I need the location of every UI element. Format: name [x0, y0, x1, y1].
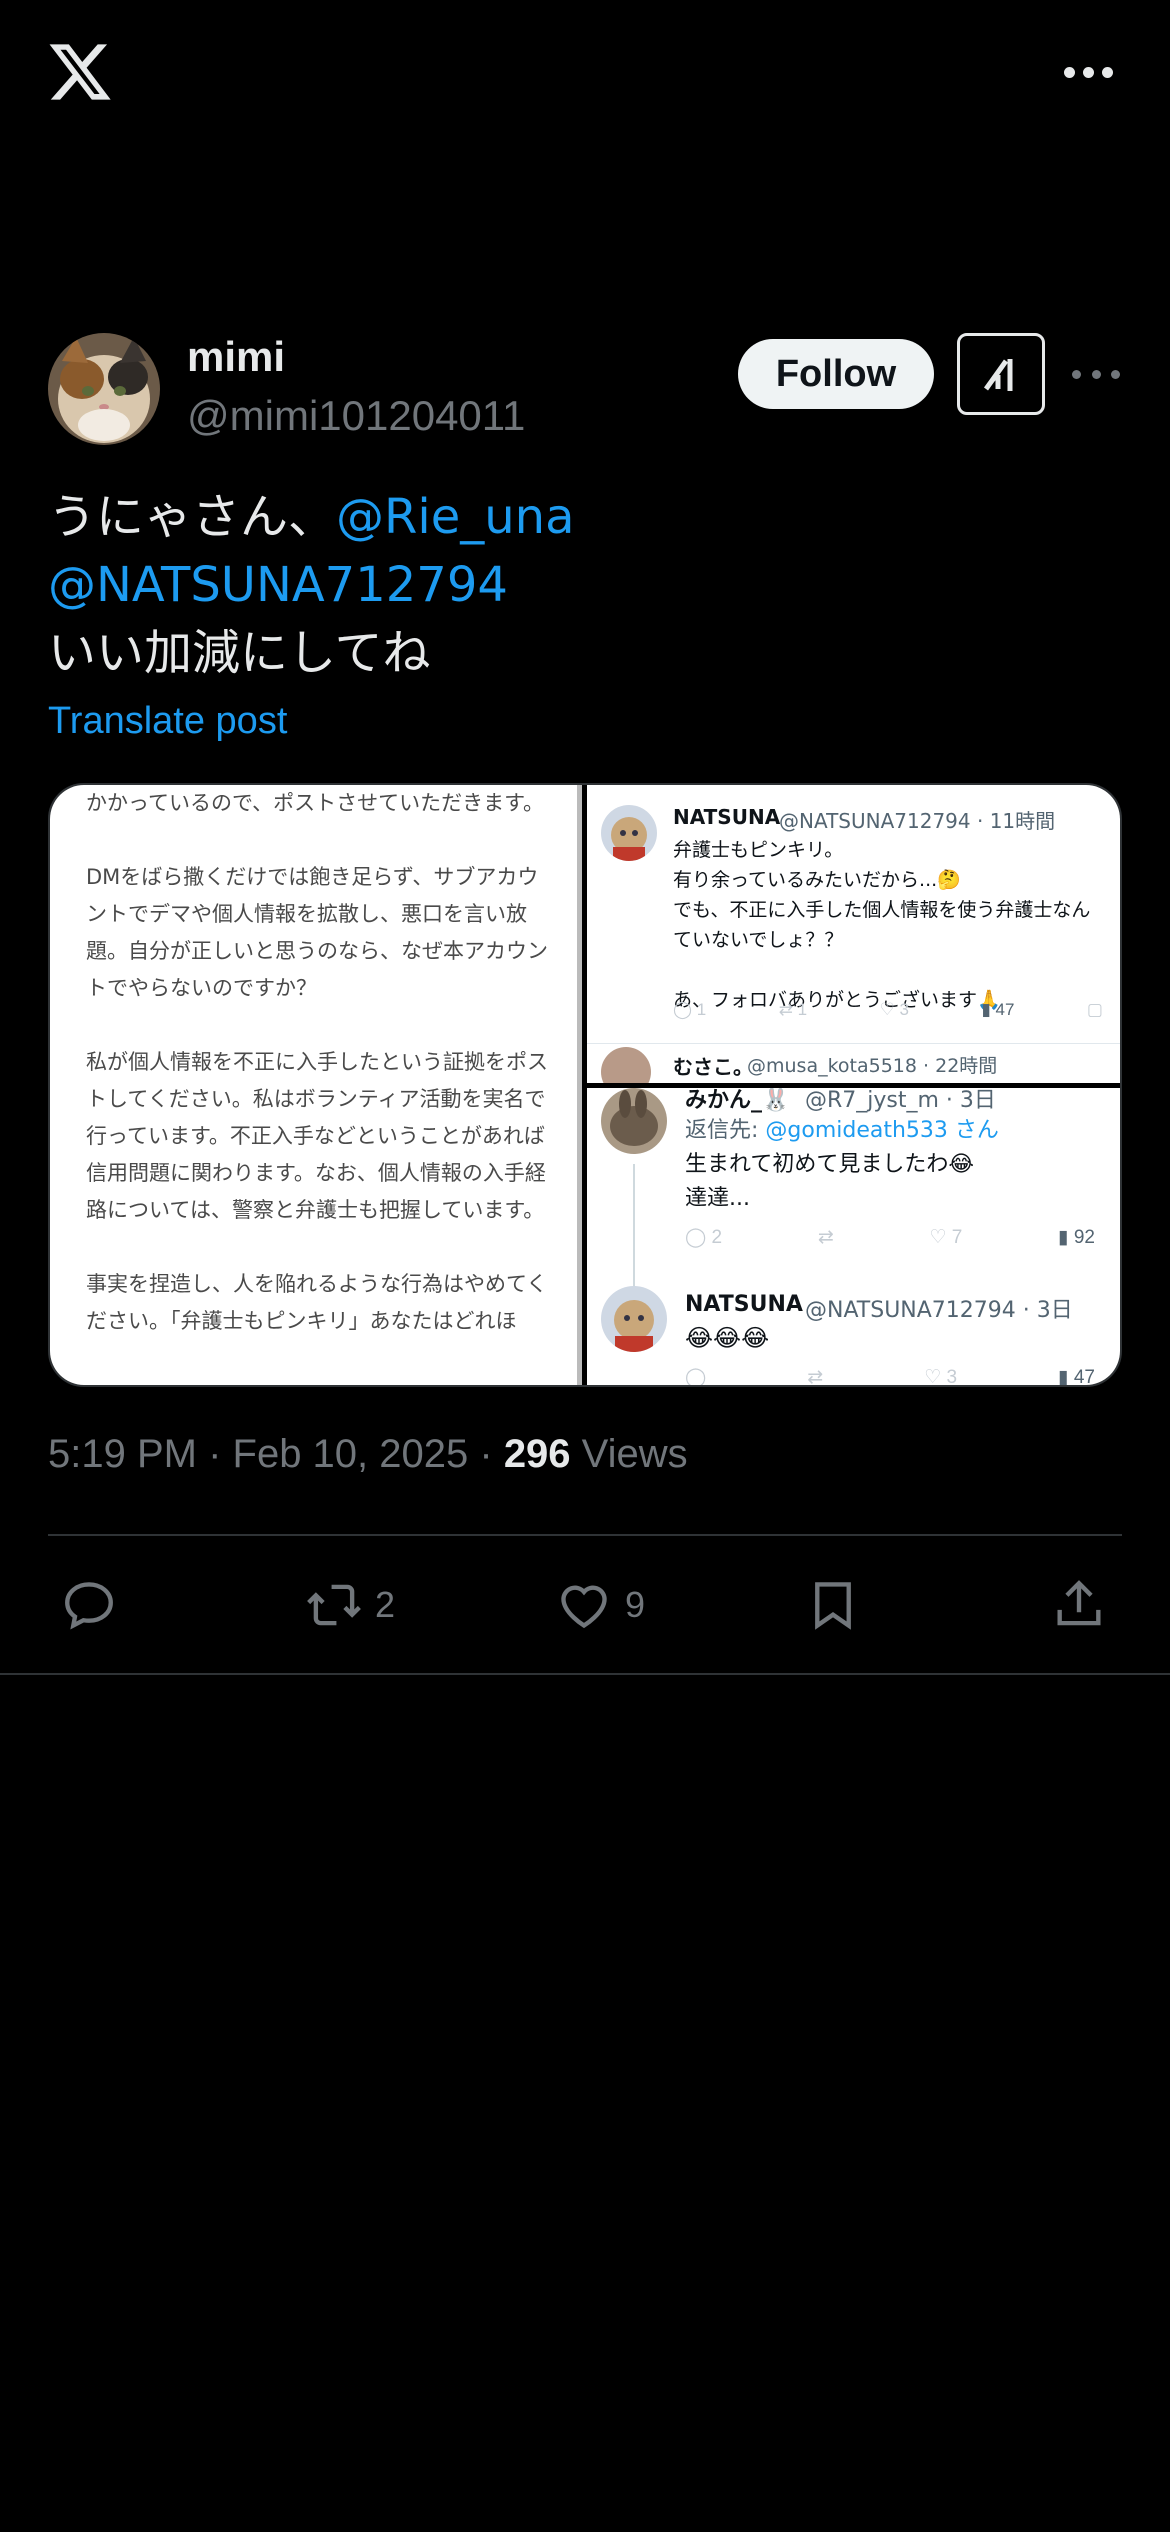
action-bar: 2 9	[0, 1560, 1170, 1650]
avatar[interactable]	[48, 333, 160, 445]
share-icon	[1057, 1580, 1101, 1626]
mini-stat: ▢	[1086, 1000, 1103, 1019]
follow-button[interactable]: Follow	[738, 339, 934, 409]
mini-avatar	[601, 1047, 651, 1083]
views-count: 296	[503, 1432, 571, 1476]
mini-line: 😂😂😂	[685, 1324, 770, 1352]
mini-line: 弁護士もピンキリ。	[673, 839, 844, 861]
more-dots-icon[interactable]	[1052, 52, 1124, 92]
mini-name: NATSUNA	[673, 805, 781, 829]
mini-stat: ▮ 92	[1058, 1227, 1095, 1248]
mini-actions: ◯ 2 ⇄ ♡ 7 ▮ 92	[685, 1226, 1095, 1249]
mini-line: 達達...	[685, 1186, 750, 1211]
retweet-icon	[307, 1584, 361, 1626]
mini-line: 有り余っているみたいだから...🤔	[673, 869, 961, 891]
mini-stat: ♡ 3	[879, 1000, 909, 1019]
mini-stat: ♡ 3	[924, 1367, 958, 1385]
tweet-line-1: うにゃさん、	[48, 489, 337, 545]
retweet-button[interactable]: 2	[305, 1560, 395, 1650]
mini-handle: @R7_jyst_m · 3日	[805, 1088, 996, 1113]
author-name[interactable]: mimi	[187, 333, 285, 381]
mention-link[interactable]: @NATSUNA712794	[48, 557, 508, 613]
reply-to-prefix: 返信先:	[685, 1118, 766, 1143]
media-image-right-bottom[interactable]: みかん_🐰 @R7_jyst_m · 3日 返信先: @gomideath533…	[587, 1088, 1120, 1385]
mini-avatar	[601, 1088, 667, 1154]
author-handle[interactable]: @mimi101204011	[187, 392, 525, 440]
media-grid[interactable]: かかっているので、ポストさせていただきます。 DMをばら撒くだけでは飽き足らず、…	[48, 783, 1122, 1387]
tweet-line-3: いい加減にしてね	[48, 625, 431, 681]
like-button[interactable]: 9	[555, 1560, 645, 1650]
x-logo-icon[interactable]	[46, 38, 114, 106]
screenshot-paragraph: 私が個人情報を不正に入手したという証拠をポストしてください。私はボランティア活動…	[86, 1050, 548, 1222]
mini-stat: ▮ 47	[1058, 1367, 1095, 1385]
top-bar	[0, 0, 1170, 150]
reply-to-handle: @gomideath533 さん	[765, 1118, 999, 1143]
grok-icon[interactable]	[957, 333, 1045, 415]
post-page: mimi @mimi101204011 Follow うにゃさん、@Rie_un…	[0, 0, 1170, 2532]
mini-handle: @NATSUNA712794 · 11時間	[779, 809, 1056, 833]
mini-stat: ♡ 7	[929, 1227, 963, 1248]
media-image-right-top[interactable]: NATSUNA @NATSUNA712794 · 11時間 弁護士もピンキリ。 …	[587, 785, 1120, 1083]
mini-handle: @musa_kota5518 · 22時間	[747, 1055, 998, 1077]
mini-stat: ◯ 1	[673, 1000, 707, 1019]
more-options-icon[interactable]	[1072, 355, 1120, 393]
mini-stat: ▮ 47	[981, 1000, 1015, 1019]
mini-line: でも、不正に入手した個人情報を使う弁護士なんていないでしょ？？	[673, 899, 1091, 951]
mini-name: むさこ。	[673, 1055, 753, 1079]
share-button[interactable]	[1050, 1560, 1108, 1650]
mini-name: NATSUNA	[685, 1292, 803, 1317]
mini-stat: ⇄ 1	[778, 1000, 808, 1019]
mini-name: みかん_🐰	[685, 1088, 790, 1113]
mini-actions: ◯ ⇄ ♡ 3 ▮ 47	[685, 1366, 1095, 1385]
mini-stat: ◯ 2	[685, 1227, 723, 1248]
post-timestamp[interactable]: 5:19 PM · Feb 10, 2025 · 296 Views	[48, 1432, 688, 1477]
mini-avatar	[601, 1286, 667, 1352]
mini-line: 生まれて初めて見ましたわ😂	[685, 1152, 975, 1177]
retweet-count: 2	[375, 1584, 396, 1625]
mini-stat: ⇄	[807, 1367, 824, 1385]
reply-button[interactable]	[60, 1560, 118, 1650]
screenshot-paragraph: かかっているので、ポストさせていただきます。	[86, 791, 545, 815]
mini-stat: ⇄	[817, 1227, 834, 1248]
tweet-text: うにゃさん、@Rie_una @NATSUNA712794 いい加減にしてね	[48, 483, 1128, 687]
heart-icon	[561, 1585, 607, 1629]
mini-stat: ◯	[685, 1367, 707, 1385]
bookmark-button[interactable]	[804, 1560, 862, 1650]
mini-handle: @NATSUNA712794 · 3日	[805, 1298, 1073, 1323]
like-count: 9	[625, 1584, 646, 1625]
post-time[interactable]: 5:19 PM · Feb 10, 2025 ·	[48, 1432, 504, 1476]
divider	[48, 1534, 1122, 1536]
bookmark-icon	[815, 1582, 851, 1630]
reply-icon	[65, 1582, 113, 1630]
translate-post-link[interactable]: Translate post	[48, 700, 287, 743]
divider	[0, 1673, 1170, 1675]
media-image-left[interactable]: かかっているので、ポストさせていただきます。 DMをばら撒くだけでは飽き足らず、…	[50, 785, 582, 1385]
mini-actions: ◯ 1 ⇄ 1 ♡ 3 ▮ 47 ▢	[673, 1000, 1103, 1020]
mention-link[interactable]: @Rie_una	[336, 489, 574, 545]
mini-line-blank	[673, 955, 1103, 985]
screenshot-paragraph: DMをばら撒くだけでは飽き足らず、サブアカウントでデマや個人情報を拡散し、悪口を…	[86, 865, 548, 1000]
screenshot-paragraph: 事実を捏造し、人を陥れるような行為はやめてください。「弁護士もピンキリ」あなたは…	[86, 1272, 548, 1333]
mini-avatar	[601, 805, 657, 861]
views-label: Views	[570, 1432, 688, 1476]
